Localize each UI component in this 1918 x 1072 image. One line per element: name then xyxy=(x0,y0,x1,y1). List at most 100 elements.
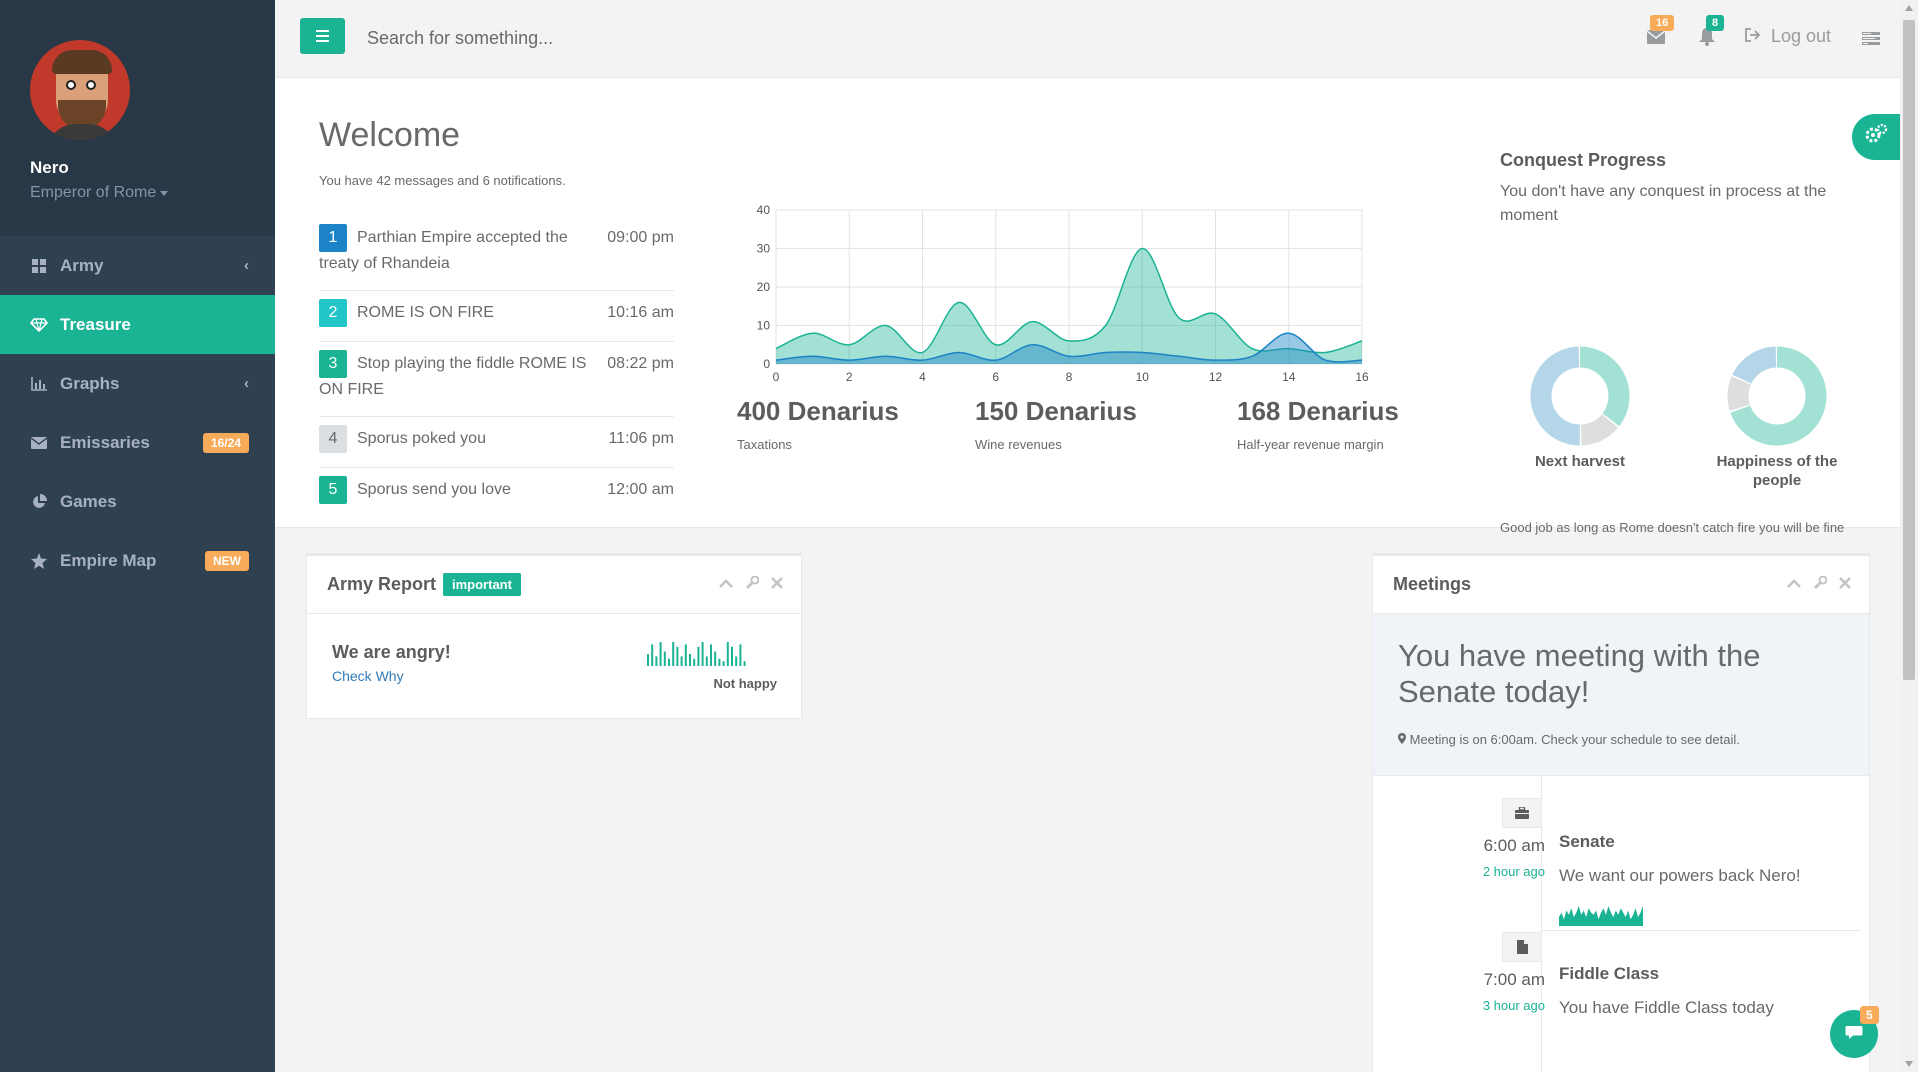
conquest-subtitle: You don't have any conquest in process a… xyxy=(1500,183,1827,224)
sidebar-item-treasure[interactable]: Treasure xyxy=(0,295,275,354)
spark-bar xyxy=(689,654,691,666)
profile-role-dropdown[interactable]: Emperor of Rome xyxy=(30,184,275,202)
scroll-up-arrow[interactable] xyxy=(1905,5,1913,11)
message-time: 12:00 am xyxy=(607,481,674,499)
meeting-title: Senate xyxy=(1559,832,1615,851)
sidebar: Nero Emperor of Rome Army ‹ Treasure Gra… xyxy=(0,0,275,1072)
list-item[interactable]: 3 Stop playing the fiddle ROME IS ON FIRE… xyxy=(319,342,674,418)
timeline-time: 6:00 am 2 hour ago xyxy=(1433,836,1545,879)
spark-area xyxy=(1559,906,1643,926)
sidebar-item-label: Treasure xyxy=(60,314,131,334)
check-why-link[interactable]: Check Why xyxy=(332,668,404,684)
sign-out-icon xyxy=(1745,26,1761,47)
sidebar-item-graphs[interactable]: Graphs ‹ xyxy=(0,354,275,413)
sidebar-item-games[interactable]: Games xyxy=(0,472,275,531)
envelope-icon[interactable] xyxy=(1646,28,1666,49)
spark-bar xyxy=(672,642,675,666)
stat-label: Wine revenues xyxy=(975,437,1062,452)
army-headline: We are angry! xyxy=(332,642,451,662)
settings-toggle-button[interactable] xyxy=(1852,114,1900,160)
chat-count-badge: 5 xyxy=(1860,1006,1879,1024)
sparkline-label: Not happy xyxy=(713,676,777,691)
wrench-icon[interactable] xyxy=(745,575,760,593)
sidebar-item-label: Empire Map xyxy=(60,550,157,570)
sidebar-item-label: Army xyxy=(60,255,104,275)
avatar[interactable] xyxy=(30,40,130,140)
x-tick-label: 16 xyxy=(1355,370,1369,384)
star-icon xyxy=(30,552,48,569)
list-item[interactable]: 5 Sporus send you love 12:00 am xyxy=(319,468,674,518)
message-text: Stop playing the fiddle ROME IS ON FIRE xyxy=(319,355,587,399)
important-label: important xyxy=(443,573,521,596)
spark-bar xyxy=(726,642,729,666)
bar-chart-icon xyxy=(30,376,48,392)
sidebar-item-emissaries[interactable]: Emissaries 16/24 xyxy=(0,413,275,472)
topbar: 16 8 Log out xyxy=(275,0,1900,78)
meeting-description: You have Fiddle Class today xyxy=(1559,998,1774,1017)
scroll-down-arrow[interactable] xyxy=(1905,1061,1913,1067)
meetings-panel: Meetings You have meeting with the Senat… xyxy=(1372,553,1870,1072)
message-number: 5 xyxy=(319,476,347,505)
x-tick-label: 2 xyxy=(846,370,853,384)
x-tick-label: 0 xyxy=(773,370,780,384)
message-text: Sporus poked you xyxy=(357,430,486,448)
next-harvest-donut xyxy=(1530,346,1630,446)
logout-button[interactable]: Log out xyxy=(1745,26,1831,47)
message-time: 10:16 am xyxy=(607,304,674,322)
spark-bar xyxy=(731,646,733,666)
list-item[interactable]: 2 ROME IS ON FIRE 10:16 am xyxy=(319,291,674,343)
search-input[interactable] xyxy=(367,22,967,54)
timeline-divider xyxy=(1541,930,1861,931)
sidebar-item-empire-map[interactable]: Empire Map NEW xyxy=(0,531,275,590)
collapse-icon[interactable] xyxy=(719,576,733,593)
briefcase-icon xyxy=(1502,798,1542,828)
x-tick-label: 12 xyxy=(1209,370,1223,384)
meeting-sparkline xyxy=(1559,906,1643,926)
happiness-donut xyxy=(1727,346,1827,446)
scroll-thumb[interactable] xyxy=(1903,20,1915,680)
notification-count-badge: 8 xyxy=(1706,15,1725,31)
bell-icon[interactable] xyxy=(1699,28,1715,51)
page-scrollbar[interactable] xyxy=(1900,0,1918,1072)
stat-value: 400 Denarius xyxy=(737,396,899,426)
stat-value: 168 Denarius xyxy=(1237,396,1399,426)
panel-tools xyxy=(719,575,783,593)
timeline-content: Senate We want our powers back Nero! xyxy=(1559,832,1801,926)
y-tick-label: 40 xyxy=(757,203,771,217)
new-badge: NEW xyxy=(205,550,249,571)
spark-bar xyxy=(676,646,679,666)
list-item[interactable]: 4 Sporus poked you 11:06 pm xyxy=(319,417,674,469)
y-tick-label: 30 xyxy=(757,242,771,256)
emissaries-badge: 16/24 xyxy=(202,432,249,453)
spark-bar xyxy=(668,658,670,666)
mail-count-badge: 16 xyxy=(1650,15,1675,31)
map-marker-icon xyxy=(1398,732,1406,747)
sidebar-item-army[interactable]: Army ‹ xyxy=(0,236,275,295)
spark-bar xyxy=(659,642,662,666)
meeting-ago: 2 hour ago xyxy=(1482,864,1545,879)
close-icon[interactable] xyxy=(771,576,783,593)
logout-label: Log out xyxy=(1771,26,1832,46)
spark-bar xyxy=(710,644,712,666)
x-tick-label: 8 xyxy=(1066,370,1073,384)
hamburger-icon xyxy=(316,30,329,32)
page-title: Welcome xyxy=(319,116,461,154)
panel-title: Army Report xyxy=(327,574,437,594)
sidebar-item-label: Games xyxy=(60,491,117,511)
list-item[interactable]: 1 Parthian Empire accepted the treaty of … xyxy=(319,216,674,292)
donut-label: Happiness of the people xyxy=(1716,453,1838,489)
tasks-icon[interactable] xyxy=(1862,30,1880,51)
close-icon[interactable] xyxy=(1839,576,1851,593)
collapse-icon[interactable] xyxy=(1787,576,1801,593)
file-icon xyxy=(1502,932,1542,962)
spark-bar xyxy=(743,661,746,666)
message-time: 11:06 pm xyxy=(608,430,674,448)
sidebar-nav: Army ‹ Treasure Graphs ‹ Emissaries 16/2… xyxy=(0,236,275,590)
donut-label: Next harvest xyxy=(1534,453,1626,470)
caret-down-icon xyxy=(160,190,169,196)
wrench-icon[interactable] xyxy=(1813,575,1828,593)
x-tick-label: 4 xyxy=(919,370,926,384)
menu-toggle-button[interactable] xyxy=(300,18,345,54)
envelope-icon xyxy=(30,435,48,451)
spark-bar xyxy=(705,656,708,666)
